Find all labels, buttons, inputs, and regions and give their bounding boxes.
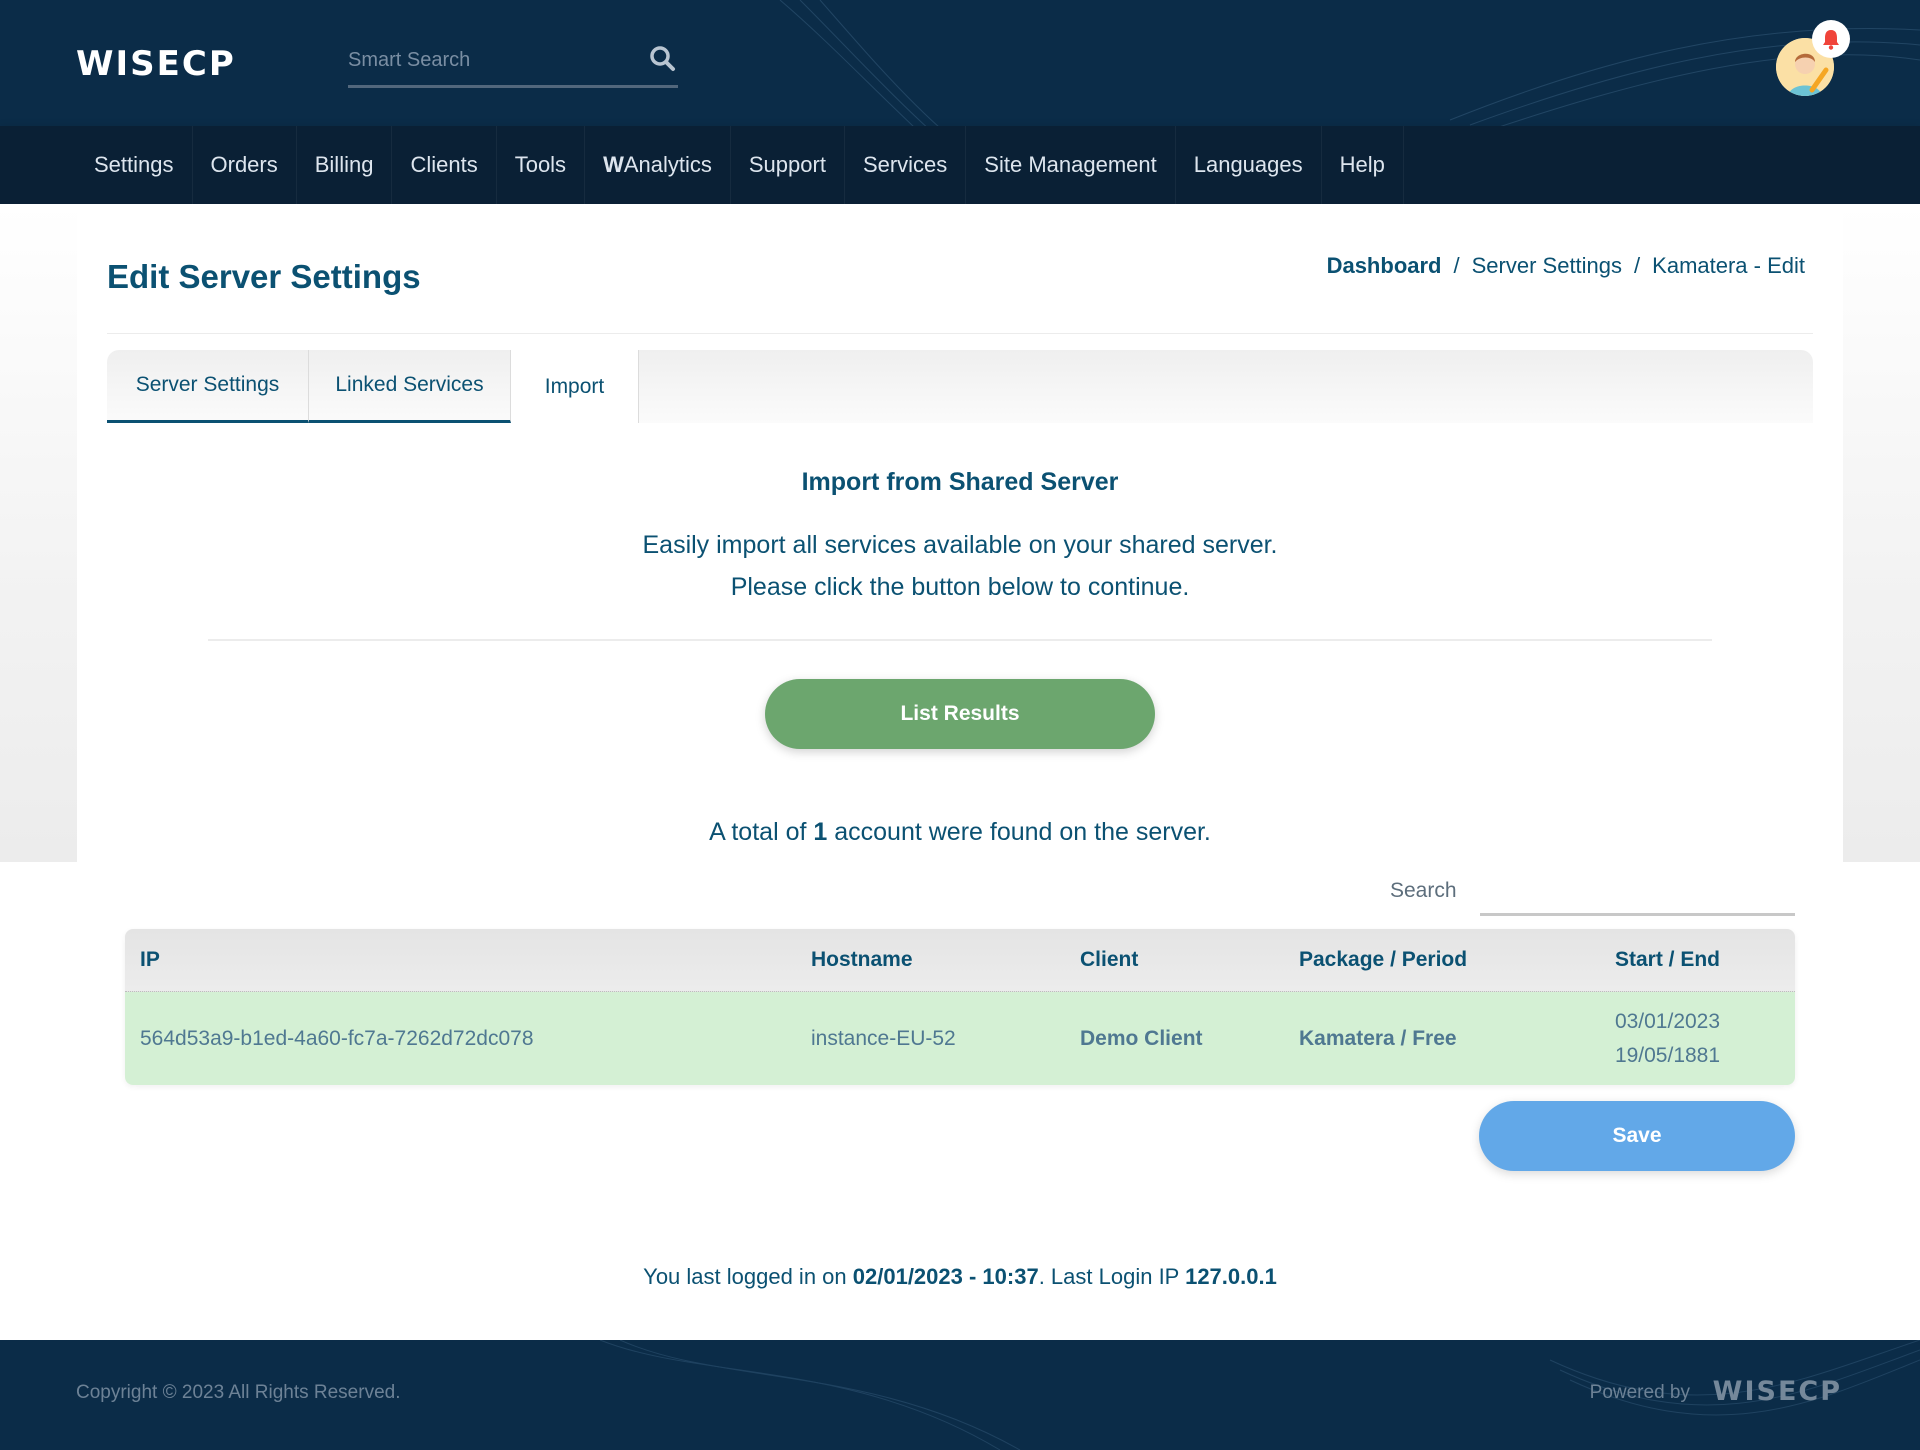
breadcrumb-dashboard[interactable]: Dashboard	[1327, 253, 1442, 279]
nav-item-languages[interactable]: Languages	[1176, 126, 1322, 204]
top-header: WISECP	[0, 0, 1920, 126]
start-date: 03/01/2023	[1614, 1009, 1721, 1033]
breadcrumb: Dashboard / Server Settings / Kamatera -…	[1327, 253, 1805, 279]
breadcrumb-separator: /	[1453, 253, 1460, 278]
tab-label: Server Settings	[135, 373, 280, 396]
page-title: Edit Server Settings	[107, 258, 421, 295]
cell-client-link[interactable]: Demo Client	[1080, 1027, 1203, 1051]
nav-item-clients[interactable]: Clients	[392, 126, 497, 204]
tab-bar: Server Settings Linked Services Import	[107, 350, 1813, 423]
smart-search-input[interactable]	[348, 38, 638, 82]
nav-label-bold: W	[603, 152, 624, 177]
copyright-text: Copyright © 2023 All Rights Reserved.	[76, 1382, 401, 1403]
footer: Copyright © 2023 All Rights Reserved. Po…	[0, 1340, 1920, 1450]
column-header-client[interactable]: Client	[1080, 948, 1138, 972]
title-divider	[107, 333, 1813, 334]
end-date: 19/05/1881	[1614, 1043, 1721, 1067]
nav-label: Site Management	[984, 152, 1157, 177]
summary-suffix: account were found on the server.	[834, 818, 1211, 846]
nav-label: Settings	[94, 152, 174, 177]
column-header-start-end[interactable]: Start / End	[1595, 948, 1740, 972]
breadcrumb-separator: /	[1634, 253, 1641, 278]
nav-label: Services	[862, 152, 948, 177]
header-wave-decoration	[779, 0, 1920, 126]
tab-import[interactable]: Import	[511, 350, 639, 423]
import-desc-line-1: Easily import all services available on …	[642, 531, 1278, 559]
last-login-prefix: You last logged in on	[643, 1264, 847, 1289]
summary-prefix: A total of	[709, 818, 807, 846]
smart-search	[348, 38, 678, 88]
breadcrumb-server-settings[interactable]: Server Settings	[1472, 253, 1622, 279]
accounts-found-summary: A total of 1 account were found on the s…	[0, 818, 1920, 847]
column-header-package-period[interactable]: Package / Period	[1299, 948, 1467, 972]
table-search-input[interactable]	[1480, 868, 1795, 916]
nav-item-help[interactable]: Help	[1322, 126, 1404, 204]
nav-label: Clients	[410, 152, 478, 177]
tab-label: Linked Services	[335, 373, 484, 396]
cell-package-period: Kamatera / Free	[1299, 1026, 1457, 1050]
import-desc-line-2: Please click the button below to continu…	[730, 573, 1190, 601]
nav-item-billing[interactable]: Billing	[297, 126, 393, 204]
main-nav: Settings Orders Billing Clients Tools WA…	[0, 126, 1920, 204]
list-results-button[interactable]: List Results	[765, 679, 1155, 749]
last-login-ip: 127.0.0.1	[1185, 1264, 1277, 1289]
nav-item-site-management[interactable]: Site Management	[966, 126, 1176, 204]
nav-label: Tools	[514, 152, 567, 177]
nav-item-wanalytics[interactable]: W Analytics	[585, 126, 731, 204]
table-search-label: Search	[1390, 879, 1457, 902]
nav-label: Help	[1339, 152, 1385, 177]
accounts-count: 1	[813, 818, 828, 846]
last-login-datetime: 02/01/2023 - 10:37	[852, 1264, 1039, 1289]
tab-label: Import	[544, 374, 605, 398]
accounts-table: IP Hostname Client Package / Period Star…	[125, 929, 1795, 1085]
footer-wisecp-logo[interactable]: WISECP	[1713, 1376, 1842, 1407]
last-login-ip-label: . Last Login IP	[1038, 1264, 1179, 1289]
import-description: Easily import all services available on …	[0, 524, 1920, 608]
notifications-button[interactable]	[1812, 20, 1850, 58]
table-row[interactable]: 564d53a9-b1ed-4a60-fc7a-7262d72dc078 ins…	[125, 992, 1795, 1085]
breadcrumb-current: Kamatera - Edit	[1652, 253, 1805, 278]
column-header-ip[interactable]: IP	[140, 948, 160, 972]
nav-label: Billing	[314, 152, 374, 177]
last-login-info: You last logged in on 02/01/2023 - 10:37…	[0, 1264, 1920, 1290]
wisecp-logo[interactable]: WISECP	[76, 44, 236, 84]
search-icon[interactable]	[648, 44, 678, 74]
cell-hostname: instance-EU-52	[811, 1026, 956, 1050]
bell-icon	[1823, 30, 1839, 50]
nav-item-orders[interactable]: Orders	[193, 126, 297, 204]
nav-item-support[interactable]: Support	[731, 126, 845, 204]
nav-label: Languages	[1193, 152, 1303, 177]
tab-server-settings[interactable]: Server Settings	[107, 350, 309, 423]
tab-linked-services[interactable]: Linked Services	[309, 350, 511, 423]
nav-label: Orders	[210, 152, 278, 177]
column-header-hostname[interactable]: Hostname	[811, 948, 913, 972]
table-header: IP Hostname Client Package / Period Star…	[125, 929, 1795, 992]
section-divider	[208, 639, 1712, 641]
cell-start-end: 03/01/2023 19/05/1881	[1595, 1005, 1740, 1073]
nav-item-tools[interactable]: Tools	[497, 126, 586, 204]
cell-ip: 564d53a9-b1ed-4a60-fc7a-7262d72dc078	[140, 1026, 534, 1050]
save-button[interactable]: Save	[1479, 1101, 1795, 1171]
import-title: Import from Shared Server	[801, 468, 1119, 496]
nav-item-settings[interactable]: Settings	[76, 126, 193, 204]
powered-by-text: Powered by	[1589, 1382, 1690, 1403]
nav-label: Support	[748, 152, 826, 177]
nav-item-services[interactable]: Services	[845, 126, 967, 204]
nav-label: Analytics	[623, 152, 712, 177]
